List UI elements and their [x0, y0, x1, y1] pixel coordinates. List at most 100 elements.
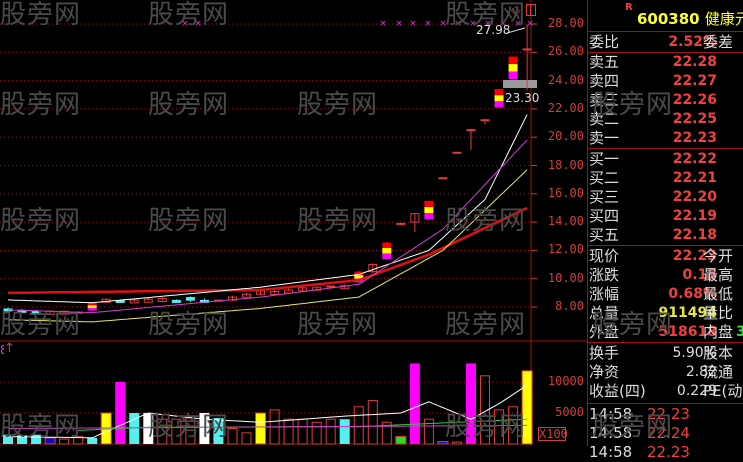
weibi-label: 委比 [589, 33, 620, 51]
stock-title: 600380 健康元 [637, 8, 743, 29]
price-axis-label: 10.00 [547, 270, 584, 285]
candle-up [284, 289, 294, 294]
weibi-row: 委比 2.52% 委差 [587, 33, 743, 52]
quote-label: 外盘 [589, 323, 620, 341]
sell-price: 22.27 [672, 73, 717, 89]
volume-bar [3, 434, 13, 444]
signal-marker: × [194, 19, 202, 29]
high-price-label: 27.98 [476, 23, 511, 37]
volume-bar [451, 441, 462, 445]
moving-average-line [7, 206, 528, 295]
sell-price: 22.23 [672, 130, 717, 146]
signal-marker: × [409, 19, 417, 29]
price-axis-label: 26.00 [547, 44, 584, 59]
quote-label: 涨跌 [589, 266, 620, 284]
stock-name: 健康元 [704, 10, 743, 28]
candle-down [185, 297, 195, 301]
candle-limit-up [508, 71, 518, 80]
buy-level-label: 买三 [589, 188, 620, 206]
stats-row[interactable]: 换手 5.90% 股本 [587, 344, 743, 363]
sell-level-label: 卖二 [589, 110, 620, 128]
buy-level-label: 买四 [589, 207, 620, 225]
quote-label-2: 最低 [703, 285, 734, 303]
signal-marker: × [424, 19, 432, 29]
buy-level-label: 买五 [589, 226, 620, 244]
sell-row[interactable]: 卖五 22.28 [587, 53, 743, 72]
signal-marker: × [181, 19, 189, 29]
sell-row[interactable]: 卖二 22.25 [587, 110, 743, 129]
buy-row[interactable]: 买四 22.19 [587, 207, 743, 226]
buy-price: 22.18 [672, 227, 717, 243]
buy-row[interactable]: 买二 22.21 [587, 169, 743, 188]
tick-row[interactable]: 14:58 22.23 [587, 405, 743, 424]
buy-price: 22.22 [672, 151, 717, 167]
sell-row[interactable]: 卖三 22.26 [587, 91, 743, 110]
volume-bar [339, 419, 350, 444]
stat-label-2: PE(动) [703, 382, 743, 400]
stats-row[interactable]: 净资 2.82 流通 [587, 363, 743, 382]
sell-price: 22.26 [672, 92, 717, 108]
candle-limit-up [424, 207, 434, 214]
price-axis-label: 18.00 [547, 157, 584, 172]
volume-bar [437, 441, 449, 445]
sell-level-label: 卖四 [589, 72, 620, 90]
stat-label: 净资 [589, 363, 620, 381]
candle-limit-up [494, 101, 504, 108]
buy-price: 22.19 [672, 208, 717, 224]
buy-level-label: 买一 [589, 150, 620, 168]
sell-level-label: 卖三 [589, 91, 620, 109]
tick-row[interactable]: 14:58 22.24 [587, 424, 743, 443]
stat-label: 收益(四) [589, 382, 646, 400]
candle-limit-up [508, 56, 518, 65]
volume-bar [157, 418, 168, 445]
sell-row[interactable]: 卖四 22.27 [587, 72, 743, 91]
candle-limit-up [424, 200, 434, 208]
quote-label-2: 量比 [703, 304, 734, 322]
quote-row[interactable]: 涨跌 0.15 最高 [587, 266, 743, 285]
candle-down [171, 299, 181, 303]
layout-toggle-icon[interactable] [526, 4, 536, 16]
candle-limit-up [494, 95, 504, 102]
candle-limit-up [494, 89, 504, 96]
quote-extra-value: 3 [736, 324, 743, 340]
signal-marker: × [379, 19, 387, 29]
candle-up [242, 293, 252, 298]
stat-label: 换手 [589, 344, 620, 362]
quote-row[interactable]: 外盘 518618 内盘 3 [587, 323, 743, 342]
buy-price: 22.21 [672, 170, 717, 186]
sell-price: 22.28 [672, 54, 717, 70]
signal-marker: × [439, 19, 447, 29]
quote-row[interactable]: 总量 911494 量比 [587, 304, 743, 323]
quote-row[interactable]: 涨幅 0.68% 最低 [587, 285, 743, 304]
volume-bar [227, 428, 238, 445]
sell-row[interactable]: 卖一 22.23 [587, 129, 743, 148]
diamond-icon[interactable]: ◇ [511, 3, 520, 17]
volume-axis-label: 5000 [555, 405, 584, 419]
kline-chart[interactable]: × × × × × × × × × × × × × [0, 0, 587, 446]
signal-marker: × [395, 19, 403, 29]
price-axis-label: 12.00 [547, 242, 584, 257]
tick-time: 14:58 [589, 424, 633, 442]
candle-limit-up [87, 307, 97, 311]
signal-marker: × [514, 19, 522, 29]
candle-limit-up [382, 242, 392, 249]
candle-limit-up [508, 64, 518, 72]
volume-bar [44, 437, 56, 445]
low-price-label: 23.30 [505, 91, 540, 105]
buy-row[interactable]: 买三 22.20 [587, 188, 743, 207]
quote-row[interactable]: 现价 22.23 今开 [587, 247, 743, 266]
volume-bar [311, 421, 322, 445]
buy-row[interactable]: 买五 22.18 [587, 226, 743, 245]
stat-label-2: 流通 [703, 363, 734, 381]
volume-axis-label: 10000 [547, 374, 584, 388]
candle-limit-up [382, 248, 392, 254]
quote-label: 现价 [589, 247, 620, 265]
volume-unit-label: X100 [538, 427, 568, 441]
volume-bar [171, 418, 182, 445]
volume-bar [87, 437, 98, 444]
weicha-label: 委差 [703, 33, 734, 51]
price-axis-label: 8.00 [555, 299, 584, 313]
stats-row[interactable]: 收益(四)0.229PE(动) [587, 382, 743, 401]
volume-bar [353, 406, 364, 445]
buy-row[interactable]: 买一 22.22 [587, 150, 743, 169]
